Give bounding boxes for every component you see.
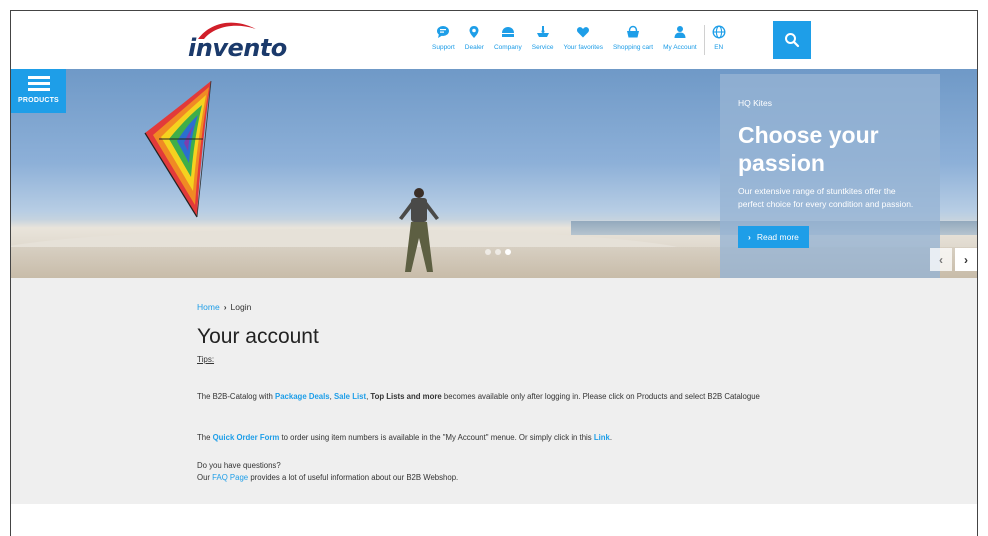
hero-kite-image: [144, 80, 212, 218]
user-icon: [674, 26, 686, 38]
text: to order using item numbers is available…: [279, 433, 594, 442]
products-menu-button[interactable]: PRODUCTS: [11, 69, 66, 113]
text: becomes available only after logging in.…: [441, 392, 760, 401]
heart-icon: [577, 27, 590, 38]
nav-support[interactable]: Support: [427, 25, 460, 51]
questions-text: Do you have questions?: [197, 461, 281, 470]
tip-paragraph-faq: Do you have questions? Our FAQ Page prov…: [197, 460, 837, 483]
slider-dots: [485, 249, 511, 255]
chevron-right-icon: ›: [964, 252, 968, 267]
nav-service[interactable]: Service: [527, 25, 559, 51]
quick-order-form-link[interactable]: Quick Order Form: [213, 433, 280, 442]
hero-description: Our extensive range of stuntkites offer …: [738, 186, 914, 209]
company-icon: [501, 27, 514, 37]
main-content: Home › Login Your account Tips: The B2B-Ca…: [11, 278, 977, 504]
hero-caption-panel: HQ Kites Choose your passion Our extensi…: [720, 74, 940, 278]
faq-page-link[interactable]: FAQ Page: [212, 473, 248, 482]
map-pin-icon: [469, 26, 479, 38]
hamburger-icon-line: [27, 88, 50, 91]
tips-label: Tips:: [197, 355, 215, 364]
slider-dot-3[interactable]: [505, 249, 511, 255]
chevron-left-icon: ‹: [939, 252, 943, 267]
read-more-label: Read more: [756, 232, 799, 242]
faq-line: Our FAQ Page provides a lot of useful in…: [197, 472, 837, 484]
nav-language[interactable]: EN: [707, 25, 731, 51]
breadcrumb-current: Login: [230, 302, 252, 312]
read-more-button[interactable]: › Read more: [738, 226, 809, 248]
invento-logo[interactable]: invento: [186, 19, 287, 62]
nav-shopping-cart[interactable]: Shopping cart: [608, 25, 658, 51]
slider-next-button[interactable]: ›: [955, 248, 977, 271]
nav-divider: [703, 25, 705, 55]
nav-language-label: EN: [714, 44, 724, 51]
nav-dealer-label: Dealer: [464, 44, 484, 51]
sale-list-link[interactable]: Sale List: [334, 392, 366, 401]
globe-icon: [712, 25, 726, 39]
package-deals-link[interactable]: Package Deals: [275, 392, 330, 401]
breadcrumb-separator: ›: [223, 302, 227, 312]
text: .: [609, 433, 613, 442]
search-button[interactable]: [773, 21, 811, 59]
tip-paragraph-catalog: The B2B-Catalog with Package Deals, Sale…: [197, 391, 837, 403]
slider-dot-2[interactable]: [495, 249, 501, 255]
nav-my-account[interactable]: My Account: [658, 25, 702, 51]
search-icon: [785, 33, 800, 48]
chat-bubble-icon: [437, 26, 450, 38]
nav-service-label: Service: [531, 44, 554, 51]
text: provides a lot of useful information abo…: [248, 472, 459, 482]
hamburger-icon: [27, 76, 50, 79]
nav-shopping-cart-label: Shopping cart: [612, 44, 654, 51]
nav-favorites[interactable]: Your favorites: [558, 25, 608, 51]
logo-text: invento: [188, 34, 287, 62]
shopping-basket-icon: [627, 25, 640, 38]
nav-support-label: Support: [432, 44, 455, 51]
browser-page: invento Support Dealer Company Service Y…: [10, 10, 978, 536]
nav-my-account-label: My Account: [663, 44, 697, 51]
nav-company-label: Company: [493, 44, 522, 51]
nav-dealer[interactable]: Dealer: [460, 25, 489, 51]
site-header: invento Support Dealer Company Service Y…: [11, 11, 977, 69]
products-label: PRODUCTS: [18, 97, 59, 104]
top-navigation: Support Dealer Company Service Your favo…: [427, 25, 731, 61]
chevron-right-icon: ›: [748, 232, 751, 242]
slider-dot-1[interactable]: [485, 249, 491, 255]
hero-title: Choose your passion: [738, 122, 879, 176]
service-icon: [536, 26, 549, 37]
quick-order-link[interactable]: Link: [594, 433, 610, 442]
nav-favorites-label: Your favorites: [563, 44, 603, 51]
tip-paragraph-quick-order: The Quick Order Form to order using item…: [197, 432, 837, 444]
slider-prev-button[interactable]: ‹: [930, 248, 952, 271]
hero-slider: PRODUCTS HQ Kites Choose your passion Ou…: [11, 69, 977, 278]
breadcrumb: Home › Login: [197, 302, 251, 312]
page-title: Your account: [197, 325, 319, 348]
hero-eyebrow: HQ Kites: [738, 98, 773, 108]
text: The: [197, 433, 213, 442]
nav-company[interactable]: Company: [489, 25, 527, 51]
breadcrumb-home-link[interactable]: Home: [197, 302, 220, 312]
hero-person-image: [399, 188, 439, 272]
text: Our: [197, 472, 213, 482]
top-lists-text: Top Lists and more: [370, 392, 442, 401]
text: The B2B-Catalog with: [197, 392, 276, 401]
hamburger-icon-line: [27, 82, 50, 85]
